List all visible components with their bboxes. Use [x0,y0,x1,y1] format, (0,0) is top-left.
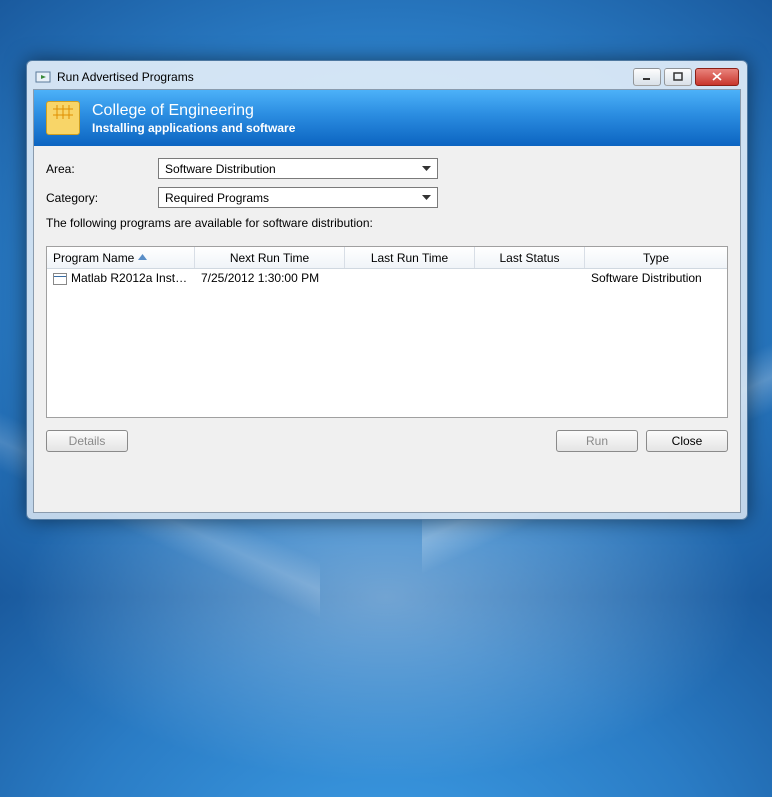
button-bar: Details Run Close [34,418,740,464]
listview-header: Program Name Next Run Time Last Run Time… [47,247,727,269]
chevron-down-icon [418,161,434,177]
listview-body[interactable]: Matlab R2012a Install ... 7/25/2012 1:30… [47,269,727,417]
chevron-down-icon [418,190,434,206]
col-header-label: Next Run Time [230,251,309,265]
area-dropdown[interactable]: Software Distribution [158,158,438,179]
banner-text: College of Engineering Installing applic… [92,102,295,135]
category-value: Required Programs [165,191,269,205]
window-title: Run Advertised Programs [57,70,194,84]
table-row[interactable]: Matlab R2012a Install ... 7/25/2012 1:30… [47,269,727,287]
program-listview: Program Name Next Run Time Last Run Time… [46,246,728,418]
col-header-label: Last Status [499,251,559,265]
col-header-next-run[interactable]: Next Run Time [195,247,345,268]
cell-type: Software Distribution [585,271,727,285]
area-value: Software Distribution [165,162,276,176]
banner-title: College of Engineering [92,102,295,120]
area-row: Area: Software Distribution [46,158,728,179]
col-header-last-run[interactable]: Last Run Time [345,247,475,268]
col-header-label: Type [643,251,669,265]
col-header-program-name[interactable]: Program Name [47,247,195,268]
sort-asc-icon [138,253,147,263]
close-window-button[interactable] [695,68,739,86]
category-label: Category: [46,191,158,205]
area-label: Area: [46,162,158,176]
banner-subtitle: Installing applications and software [92,121,295,135]
category-row: Category: Required Programs [46,187,728,208]
close-button[interactable]: Close [646,430,728,452]
info-text: The following programs are available for… [46,216,728,230]
form-area: Area: Software Distribution Category: Re… [34,146,740,246]
app-icon [35,69,51,85]
cell-next-run: 7/25/2012 1:30:00 PM [195,271,345,285]
category-dropdown[interactable]: Required Programs [158,187,438,208]
cell-program-name: Matlab R2012a Install ... [47,271,195,285]
col-header-type[interactable]: Type [585,247,727,268]
titlebar-left: Run Advertised Programs [35,69,194,85]
app-window: Run Advertised Programs [26,60,748,520]
banner: College of Engineering Installing applic… [34,90,740,146]
col-header-label: Last Run Time [371,251,448,265]
client-area: College of Engineering Installing applic… [33,89,741,513]
minimize-button[interactable] [633,68,661,86]
col-header-label: Program Name [53,251,134,265]
run-button[interactable]: Run [556,430,638,452]
titlebar[interactable]: Run Advertised Programs [33,67,741,89]
program-icon [53,273,67,285]
cell-text: Matlab R2012a Install ... [71,271,195,285]
col-header-last-status[interactable]: Last Status [475,247,585,268]
details-button[interactable]: Details [46,430,128,452]
banner-icon [46,101,80,135]
maximize-button[interactable] [664,68,692,86]
window-controls [633,68,739,86]
